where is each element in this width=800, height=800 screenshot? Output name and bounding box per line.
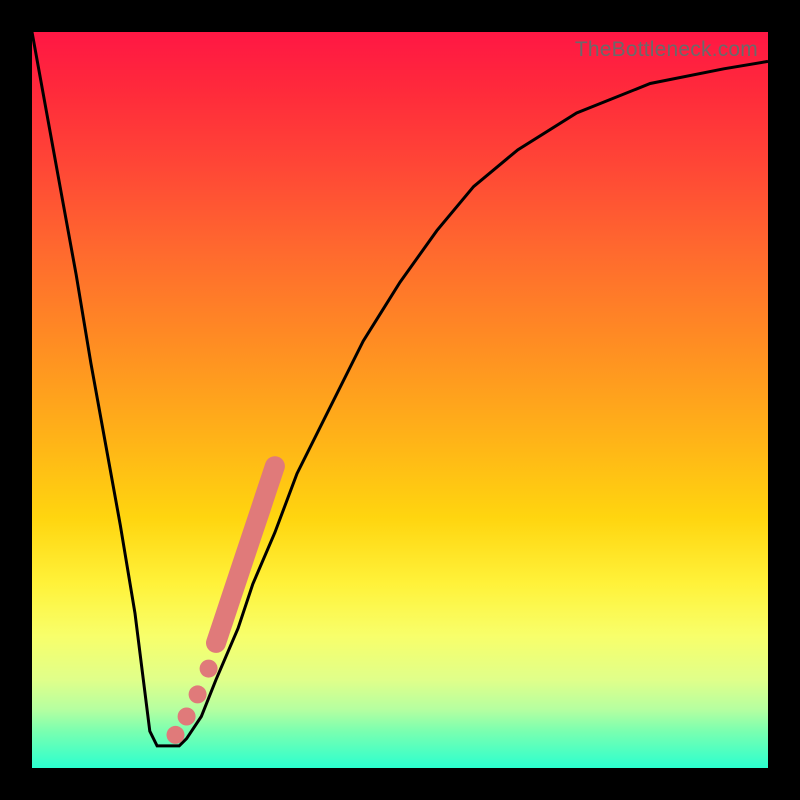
highlight-dot <box>167 726 185 744</box>
highlight-dots <box>167 466 275 744</box>
chart-svg <box>32 32 768 768</box>
bottleneck-curve-path <box>32 32 768 746</box>
highlight-dot <box>178 708 196 726</box>
highlight-dot <box>200 660 218 678</box>
plot-area: TheBottleneck.com <box>32 32 768 768</box>
chart-frame: TheBottleneck.com <box>0 0 800 800</box>
highlight-dot <box>189 685 207 703</box>
